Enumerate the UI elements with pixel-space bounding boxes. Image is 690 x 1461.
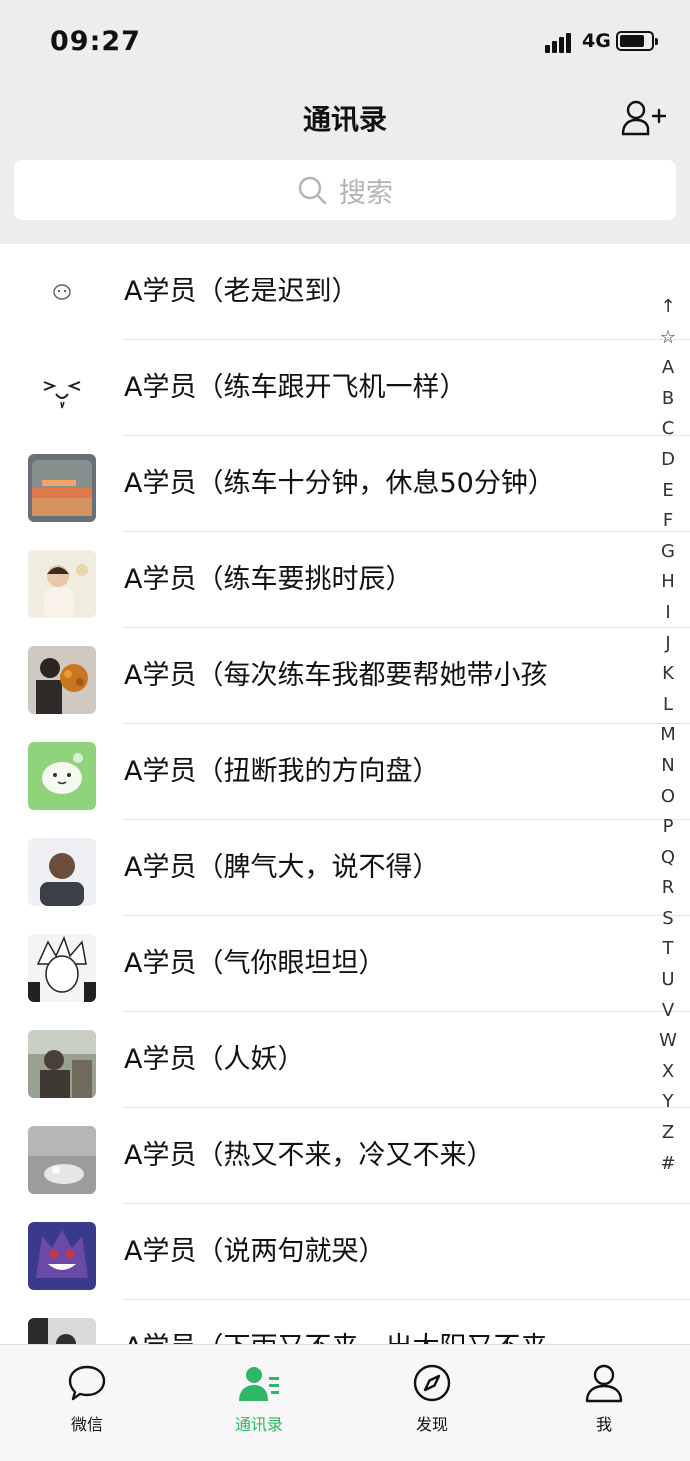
index-letter[interactable]: B — [652, 384, 684, 415]
contact-name: A学员（练车要挑时辰） — [124, 564, 413, 595]
index-letter[interactable]: F — [652, 506, 684, 537]
search-placeholder: 搜索 — [339, 177, 393, 209]
contact-avatar — [28, 358, 96, 426]
contact-avatar — [28, 1318, 96, 1344]
index-letter[interactable]: Z — [652, 1118, 684, 1149]
contact-row[interactable]: A学员（老是迟到） — [0, 244, 690, 340]
contact-avatar — [28, 1126, 96, 1194]
index-letter[interactable]: R — [652, 873, 684, 904]
contact-row[interactable]: A学员（说两句就哭） — [0, 1204, 690, 1300]
contact-name: A学员（说两句就哭） — [124, 1236, 386, 1267]
contact-name: A学员（扭断我的方向盘） — [124, 756, 440, 787]
index-letter[interactable]: U — [652, 965, 684, 996]
search-input[interactable]: 搜索 — [14, 160, 676, 220]
status-bar: 09:27 4G — [0, 0, 690, 86]
index-letter[interactable]: O — [652, 782, 684, 813]
contact-row[interactable]: A学员（气你眼坦坦） — [0, 916, 690, 1012]
index-letter[interactable]: I — [652, 598, 684, 629]
contact-row[interactable]: A学员（扭断我的方向盘） — [0, 724, 690, 820]
contact-avatar — [28, 934, 96, 1002]
index-letter[interactable]: J — [652, 629, 684, 660]
status-time: 09:27 — [50, 26, 141, 57]
tab-label: 通讯录 — [234, 1415, 283, 1434]
person-icon — [585, 1364, 623, 1403]
contact-list[interactable]: A学员（老是迟到） A学员（练车跟开飞机一样） A学员（练车十分钟，休息50分钟… — [0, 244, 690, 1344]
contact-avatar — [28, 454, 96, 522]
contact-name: A学员（下雨又不来，出太阳又不来 — [124, 1300, 547, 1344]
contact-name: A学员（练车十分钟，休息50分钟） — [124, 468, 555, 499]
index-letter[interactable]: A — [652, 353, 684, 384]
index-letter[interactable]: H — [652, 567, 684, 598]
index-letter[interactable]: V — [652, 996, 684, 1027]
chat-bubble-icon — [68, 1365, 106, 1401]
add-contact-button[interactable] — [620, 98, 667, 138]
index-letter[interactable]: T — [652, 934, 684, 965]
contact-row[interactable]: A学员（脾气大，说不得） — [0, 820, 690, 916]
add-person-icon — [621, 100, 667, 136]
contact-avatar — [28, 550, 96, 618]
contact-avatar — [28, 1030, 96, 1098]
index-letter[interactable]: Q — [652, 843, 684, 874]
signal-icon — [545, 31, 575, 53]
contact-name: A学员（脾气大，说不得） — [124, 852, 440, 883]
tab-label: 发现 — [415, 1415, 448, 1434]
index-letter[interactable]: G — [652, 537, 684, 568]
index-letter[interactable]: P — [652, 812, 684, 843]
index-letter[interactable]: S — [652, 904, 684, 935]
tab-me[interactable]: 我 — [544, 1345, 664, 1461]
contact-row[interactable]: A学员（人妖） — [0, 1012, 690, 1108]
index-letter[interactable]: N — [652, 751, 684, 782]
contact-avatar — [28, 646, 96, 714]
contact-avatar — [28, 742, 96, 810]
search-icon — [298, 176, 327, 205]
index-letter[interactable]: Y — [652, 1087, 684, 1118]
index-letter[interactable]: ☆ — [652, 323, 684, 354]
tab-chats[interactable]: 微信 — [27, 1345, 147, 1461]
contact-row[interactable]: A学员（每次练车我都要帮她带小孩 — [0, 628, 690, 724]
contact-name: A学员（老是迟到） — [124, 276, 359, 307]
contact-name: A学员（每次练车我都要帮她带小孩 — [124, 660, 548, 691]
compass-icon — [413, 1364, 451, 1402]
index-letter[interactable]: # — [652, 1149, 684, 1180]
tab-bar: 微信 通讯录 发现 我 — [0, 1344, 690, 1461]
contacts-icon — [239, 1367, 279, 1401]
contact-row[interactable]: A学员（练车十分钟，休息50分钟） — [0, 436, 690, 532]
tab-discover[interactable]: 发现 — [372, 1345, 492, 1461]
page-title: 通讯录 — [302, 103, 387, 136]
contact-row[interactable]: A学员（热又不来，冷又不来） — [0, 1108, 690, 1204]
contact-name: A学员（练车跟开飞机一样） — [124, 372, 467, 403]
contact-name: A学员（人妖） — [124, 1044, 305, 1075]
contact-avatar — [28, 838, 96, 906]
index-letter[interactable]: X — [652, 1057, 684, 1088]
contact-row[interactable]: A学员（练车跟开飞机一样） — [0, 340, 690, 436]
tab-label: 我 — [595, 1415, 612, 1434]
index-letter[interactable]: D — [652, 445, 684, 476]
index-letter[interactable]: C — [652, 414, 684, 445]
contact-avatar — [28, 1222, 96, 1290]
contact-row[interactable]: A学员（下雨又不来，出太阳又不来 — [0, 1300, 690, 1344]
tab-contacts[interactable]: 通讯录 — [199, 1345, 319, 1461]
battery-icon — [616, 31, 658, 51]
contact-row[interactable]: A学员（练车要挑时辰） — [0, 532, 690, 628]
index-letter[interactable]: ↑ — [652, 292, 684, 323]
contact-name: A学员（热又不来，冷又不来） — [124, 1140, 494, 1171]
index-letter[interactable]: M — [652, 720, 684, 751]
alphabet-index[interactable]: ↑ ☆ A B C D E F G H I J K L M N O P Q R … — [652, 292, 684, 1179]
index-letter[interactable]: L — [652, 690, 684, 721]
index-letter[interactable]: W — [652, 1026, 684, 1057]
network-label: 4G — [582, 30, 611, 52]
index-letter[interactable]: K — [652, 659, 684, 690]
contact-name: A学员（气你眼坦坦） — [124, 948, 386, 979]
index-letter[interactable]: E — [652, 476, 684, 507]
tab-label: 微信 — [70, 1415, 103, 1434]
contact-avatar — [28, 262, 96, 330]
